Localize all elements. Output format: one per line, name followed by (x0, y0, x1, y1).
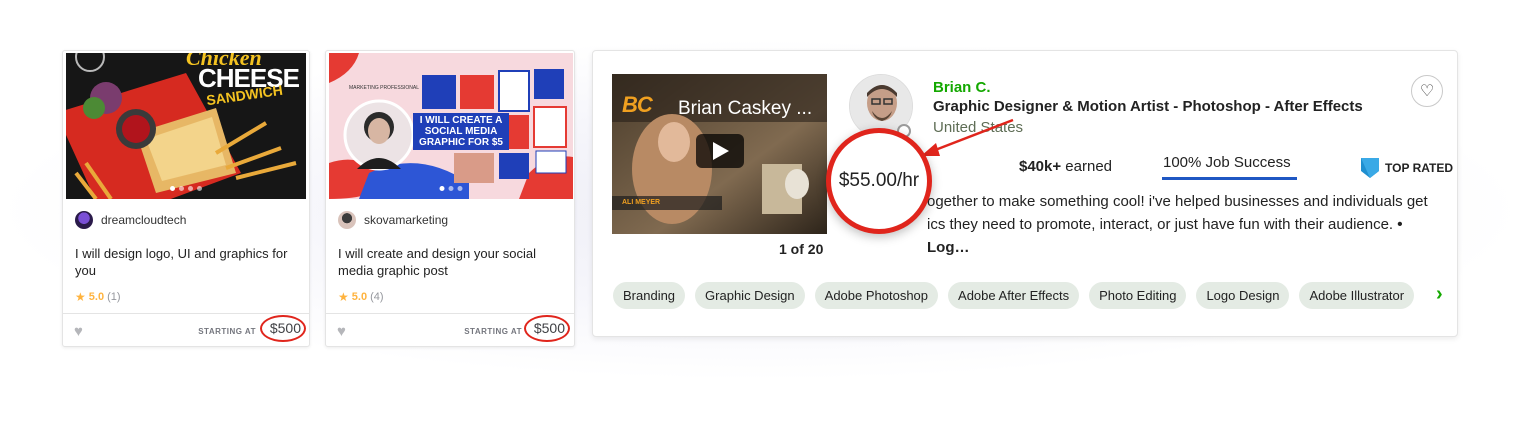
earned-amount: $40k+ (1019, 158, 1062, 175)
seller-name[interactable]: dreamcloudtech (101, 213, 186, 227)
chevron-right-icon[interactable]: › (1436, 283, 1443, 306)
review-count: (4) (370, 291, 384, 303)
thumb-small-caption: MARKETING PROFESSIONAL (349, 85, 420, 91)
skill-chip[interactable]: Adobe After Effects (948, 282, 1080, 309)
skill-chip[interactable]: Adobe Photoshop (814, 282, 939, 309)
gig-card-dreamcloudtech[interactable]: Chicken CHEESE SANDWICH dreamcloudtech I… (62, 50, 310, 347)
price-highlight-oval (524, 315, 570, 342)
freelancer-bio: ogether to make something cool! i've hel… (927, 190, 1447, 259)
gig-title[interactable]: I will design logo, UI and graphics for … (75, 245, 303, 279)
thumb-line-3: GRAPHIC FOR $5 (419, 137, 503, 148)
skill-chip[interactable]: Graphic Design (695, 282, 805, 309)
screenshot-stage: Chicken CHEESE SANDWICH dreamcloudtech I… (0, 0, 1519, 424)
carousel-dots[interactable] (439, 186, 463, 191)
bio-line-2-text: ics they need to promote, interact, or j… (927, 216, 1398, 233)
heart-outline-icon: ♡ (1419, 83, 1435, 100)
avatar (338, 211, 356, 229)
avatar (75, 211, 93, 229)
earned-label: earned (1061, 158, 1113, 175)
rate-magnifier-callout: $55.00/hr (826, 128, 932, 234)
hourly-rate: $55.00/hr (838, 170, 920, 191)
seller-info[interactable]: skovamarketing (338, 211, 448, 229)
gig-thumbnail-social[interactable]: MARKETING PROFESSIONAL I WILL CREATE A S… (329, 53, 573, 199)
play-icon[interactable] (696, 134, 744, 168)
freelancer-title[interactable]: Graphic Designer & Motion Artist - Photo… (933, 98, 1363, 115)
star-icon: ★ (338, 290, 349, 304)
thumb-line-2: SOCIAL MEDIA (424, 126, 498, 137)
starting-at-label: STARTING AT (198, 327, 256, 336)
earnings: $40k+ earned (1019, 158, 1112, 175)
video-pager: 1 of 20 (779, 241, 824, 257)
carousel-dots[interactable] (170, 186, 202, 191)
save-favorite-button[interactable]: ♡ (1411, 75, 1443, 107)
freelancer-name[interactable]: Brian C. (933, 79, 991, 96)
gig-rating: ★ 5.0 (1) (75, 290, 121, 304)
top-rated-label: TOP RATED (1385, 161, 1454, 175)
heart-icon[interactable]: ♥ (337, 323, 346, 340)
bio-line-2: ics they need to promote, interact, or j… (927, 213, 1447, 259)
freelancer-card[interactable]: BC Brian Caskey ... ALI MEYER 1 of 20 Br… (592, 50, 1458, 337)
top-rated-badge: TOP RATED (1361, 158, 1453, 178)
gig-title[interactable]: I will create and design your social med… (338, 245, 566, 279)
bio-line-1: ogether to make something cool! i've hel… (927, 193, 1428, 210)
gig-footer: ♥ STARTING AT $500 (326, 313, 574, 346)
gig-footer: ♥ STARTING AT $500 (63, 313, 309, 346)
video-title[interactable]: Brian Caskey ... (678, 98, 812, 120)
freelancer-location: United States (933, 119, 1024, 136)
video-channel-logo: BC (622, 92, 653, 117)
review-count: (1) (107, 291, 121, 303)
skill-chip[interactable]: Photo Editing (1089, 282, 1187, 309)
starting-at-label: STARTING AT (464, 327, 522, 336)
rating-score: 5.0 (88, 291, 105, 303)
video-thumbnail[interactable]: BC Brian Caskey ... ALI MEYER (612, 74, 827, 234)
gig-card-skovamarketing[interactable]: MARKETING PROFESSIONAL I WILL CREATE A S… (325, 50, 575, 347)
thumb-headline-box: I WILL CREATE A SOCIAL MEDIA GRAPHIC FOR… (413, 113, 509, 150)
price-highlight-oval (260, 315, 306, 342)
video-lower-third: ALI MEYER (622, 199, 661, 206)
gig-thumbnail-food[interactable]: Chicken CHEESE SANDWICH (66, 53, 306, 199)
top-rated-badge-icon (1361, 158, 1379, 178)
skill-chip[interactable]: Adobe Illustrator (1299, 282, 1415, 309)
gig-rating: ★ 5.0 (4) (338, 290, 384, 304)
rating-score: 5.0 (351, 291, 368, 303)
seller-info[interactable]: dreamcloudtech (75, 211, 186, 229)
skill-chip[interactable]: Branding (613, 282, 686, 309)
skills-list: Branding Graphic Design Adobe Photoshop … (613, 282, 1415, 309)
skill-chip[interactable]: Logo Design (1196, 282, 1290, 309)
heart-icon[interactable]: ♥ (74, 323, 83, 340)
star-icon: ★ (75, 290, 86, 304)
thumb-line-1: I WILL CREATE A (419, 115, 503, 126)
seller-name[interactable]: skovamarketing (364, 213, 448, 227)
job-success-score: 100% Job Success (1162, 154, 1297, 180)
